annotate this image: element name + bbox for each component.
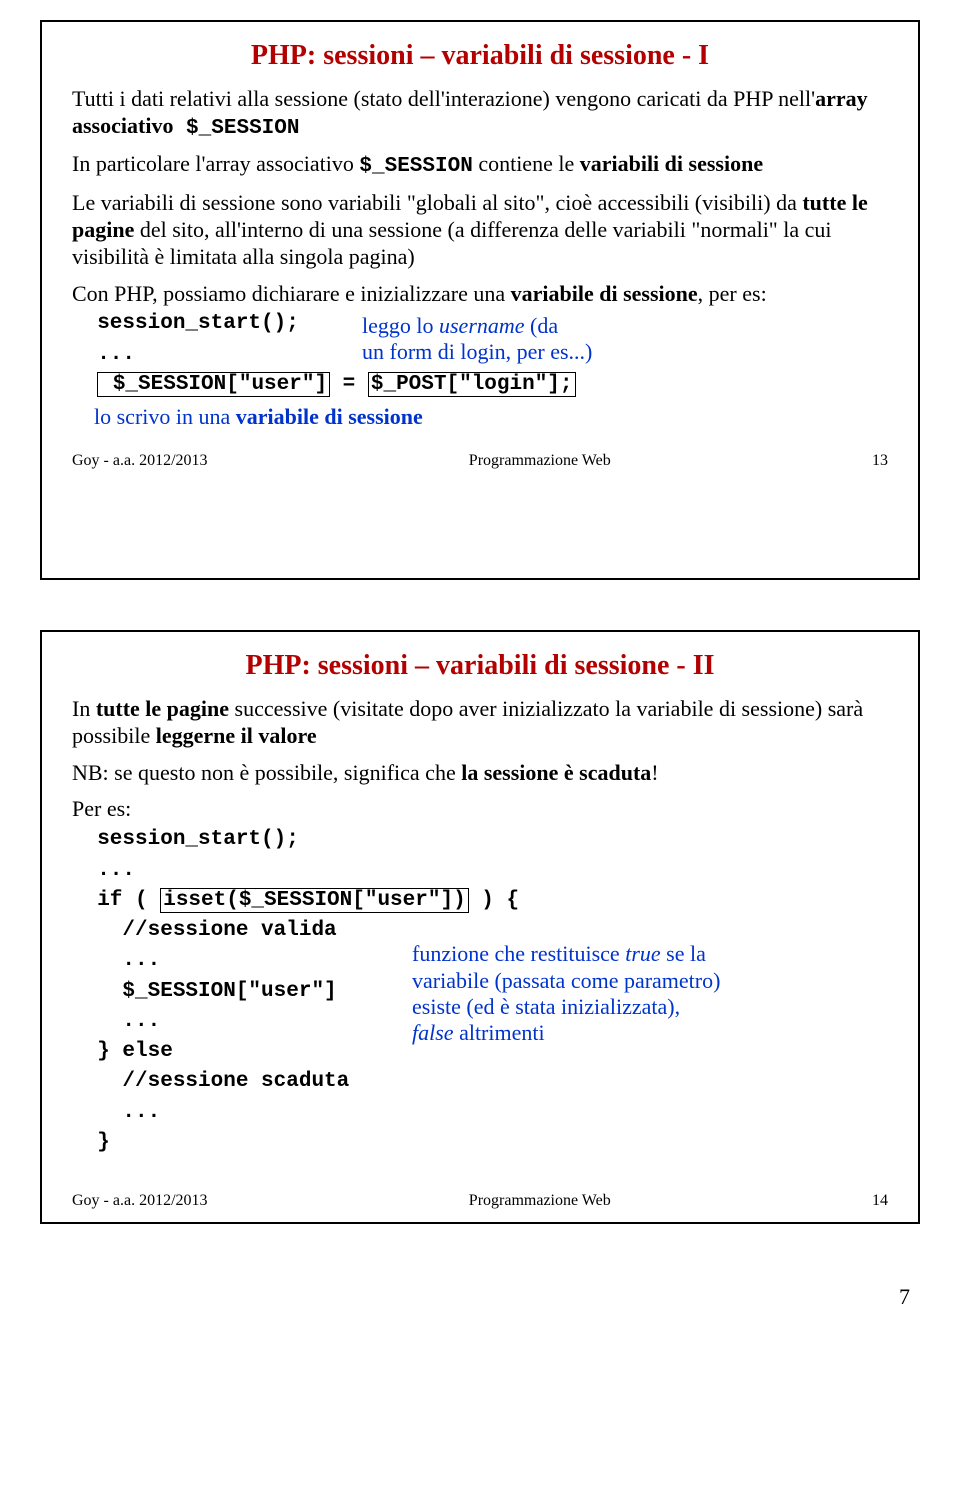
text: Le variabili di sessione sono variabili … — [72, 190, 802, 215]
text: del sito, all'interno di una sessione (a… — [72, 217, 832, 269]
italic: false — [412, 1020, 454, 1045]
code-c1: session_start(); — [72, 827, 888, 853]
bold: leggerne il valore — [156, 723, 317, 748]
boxed-code: $_POST["login"]; — [368, 372, 576, 397]
text: , per es: — [698, 281, 767, 306]
annotation-isset: funzione che restituisce true se la vari… — [412, 941, 832, 1047]
slide-2-box: PHP: sessioni – variabili di sessione - … — [40, 630, 920, 1224]
text: NB: se questo non è possibile, significa… — [72, 760, 461, 785]
slide2-p1: In tutte le pagine successive (visitate … — [72, 696, 888, 750]
text: se la — [661, 941, 706, 966]
code-c3: if ( isset($_SESSION["user"]) ) { — [72, 888, 888, 914]
slide1-p3: Le variabili di sessione sono variabili … — [72, 190, 888, 270]
t: ) { — [469, 889, 519, 912]
t: if ( — [72, 889, 160, 912]
text: (da — [525, 313, 559, 338]
slide-1-page: PHP: sessioni – variabili di sessione - … — [0, 0, 960, 610]
footer-right: 14 — [872, 1192, 888, 1210]
code-line-3: $_SESSION["user"] = $_POST["login"]; — [72, 372, 888, 398]
text: funzione che restituisce — [412, 941, 625, 966]
text: esiste (ed è stata inizializzata), — [412, 994, 680, 1019]
text: Tutti i dati relativi alla sessione (sta… — [72, 86, 815, 111]
italic: true — [625, 941, 660, 966]
text: leggo lo — [362, 313, 439, 338]
annotation-write: lo scrivo in una variabile di sessione — [72, 404, 888, 430]
boxed-code: $_SESSION["user"] — [97, 372, 330, 397]
text: contiene le — [473, 151, 580, 176]
text: ! — [651, 760, 658, 785]
slide2-code-block: session_start(); ... if ( isset($_SESSIO… — [72, 827, 888, 1156]
inline-code: $_SESSION — [359, 155, 472, 178]
code-c11: } — [72, 1130, 888, 1156]
bold: variabili di sessione — [580, 151, 763, 176]
footer-left: Goy - a.a. 2012/2013 — [72, 1192, 208, 1210]
text: Con PHP, possiamo dichiarare e inizializ… — [72, 281, 511, 306]
slide2-p3: Per es: — [72, 796, 888, 823]
slide1-p4: Con PHP, possiamo dichiarare e inizializ… — [72, 281, 888, 308]
footer-center: Programmazione Web — [469, 452, 611, 470]
slide1-footer: Goy - a.a. 2012/2013 Programmazione Web … — [72, 452, 888, 470]
text: = — [330, 373, 368, 396]
slide1-p1: Tutti i dati relativi alla sessione (sta… — [72, 86, 888, 141]
footer-left: Goy - a.a. 2012/2013 — [72, 452, 208, 470]
text: variabile (passata come parametro) — [412, 968, 720, 993]
inline-code: $_SESSION — [173, 117, 299, 140]
bold: tutte le pagine — [96, 696, 229, 721]
bold: variabile di sessione — [236, 404, 423, 429]
text: un form di login, per es...) — [362, 339, 592, 364]
slide1-p2: In particolare l'array associativo $_SES… — [72, 151, 888, 180]
text: In particolare l'array associativo — [72, 151, 359, 176]
slide2-footer: Goy - a.a. 2012/2013 Programmazione Web … — [72, 1192, 888, 1210]
footer-right: 13 — [872, 452, 888, 470]
text: In — [72, 696, 96, 721]
code-c9: //sessione scaduta — [72, 1069, 888, 1095]
slide-1-box: PHP: sessioni – variabili di sessione - … — [40, 20, 920, 580]
text: altrimenti — [454, 1020, 545, 1045]
bold: la sessione è scaduta — [461, 760, 651, 785]
footer-center: Programmazione Web — [469, 1192, 611, 1210]
slide-2-title: PHP: sessioni – variabili di sessione - … — [72, 650, 888, 682]
bold: variabile di sessione — [511, 281, 698, 306]
slide-1-title: PHP: sessioni – variabili di sessione - … — [72, 40, 888, 72]
slide2-p2: NB: se questo non è possibile, significa… — [72, 760, 888, 787]
annotation-username: leggo lo username (da un form di login, … — [362, 313, 592, 366]
slide-2-page: PHP: sessioni – variabili di sessione - … — [0, 610, 960, 1340]
code-c10: ... — [72, 1100, 888, 1126]
slide1-p4-block: Con PHP, possiamo dichiarare e inizializ… — [72, 281, 888, 431]
italic: username — [439, 313, 525, 338]
code-c2: ... — [72, 858, 888, 884]
boxed-isset: isset($_SESSION["user"]) — [160, 888, 468, 913]
page-number: 7 — [40, 1284, 920, 1310]
text: lo scrivo in una — [94, 404, 236, 429]
